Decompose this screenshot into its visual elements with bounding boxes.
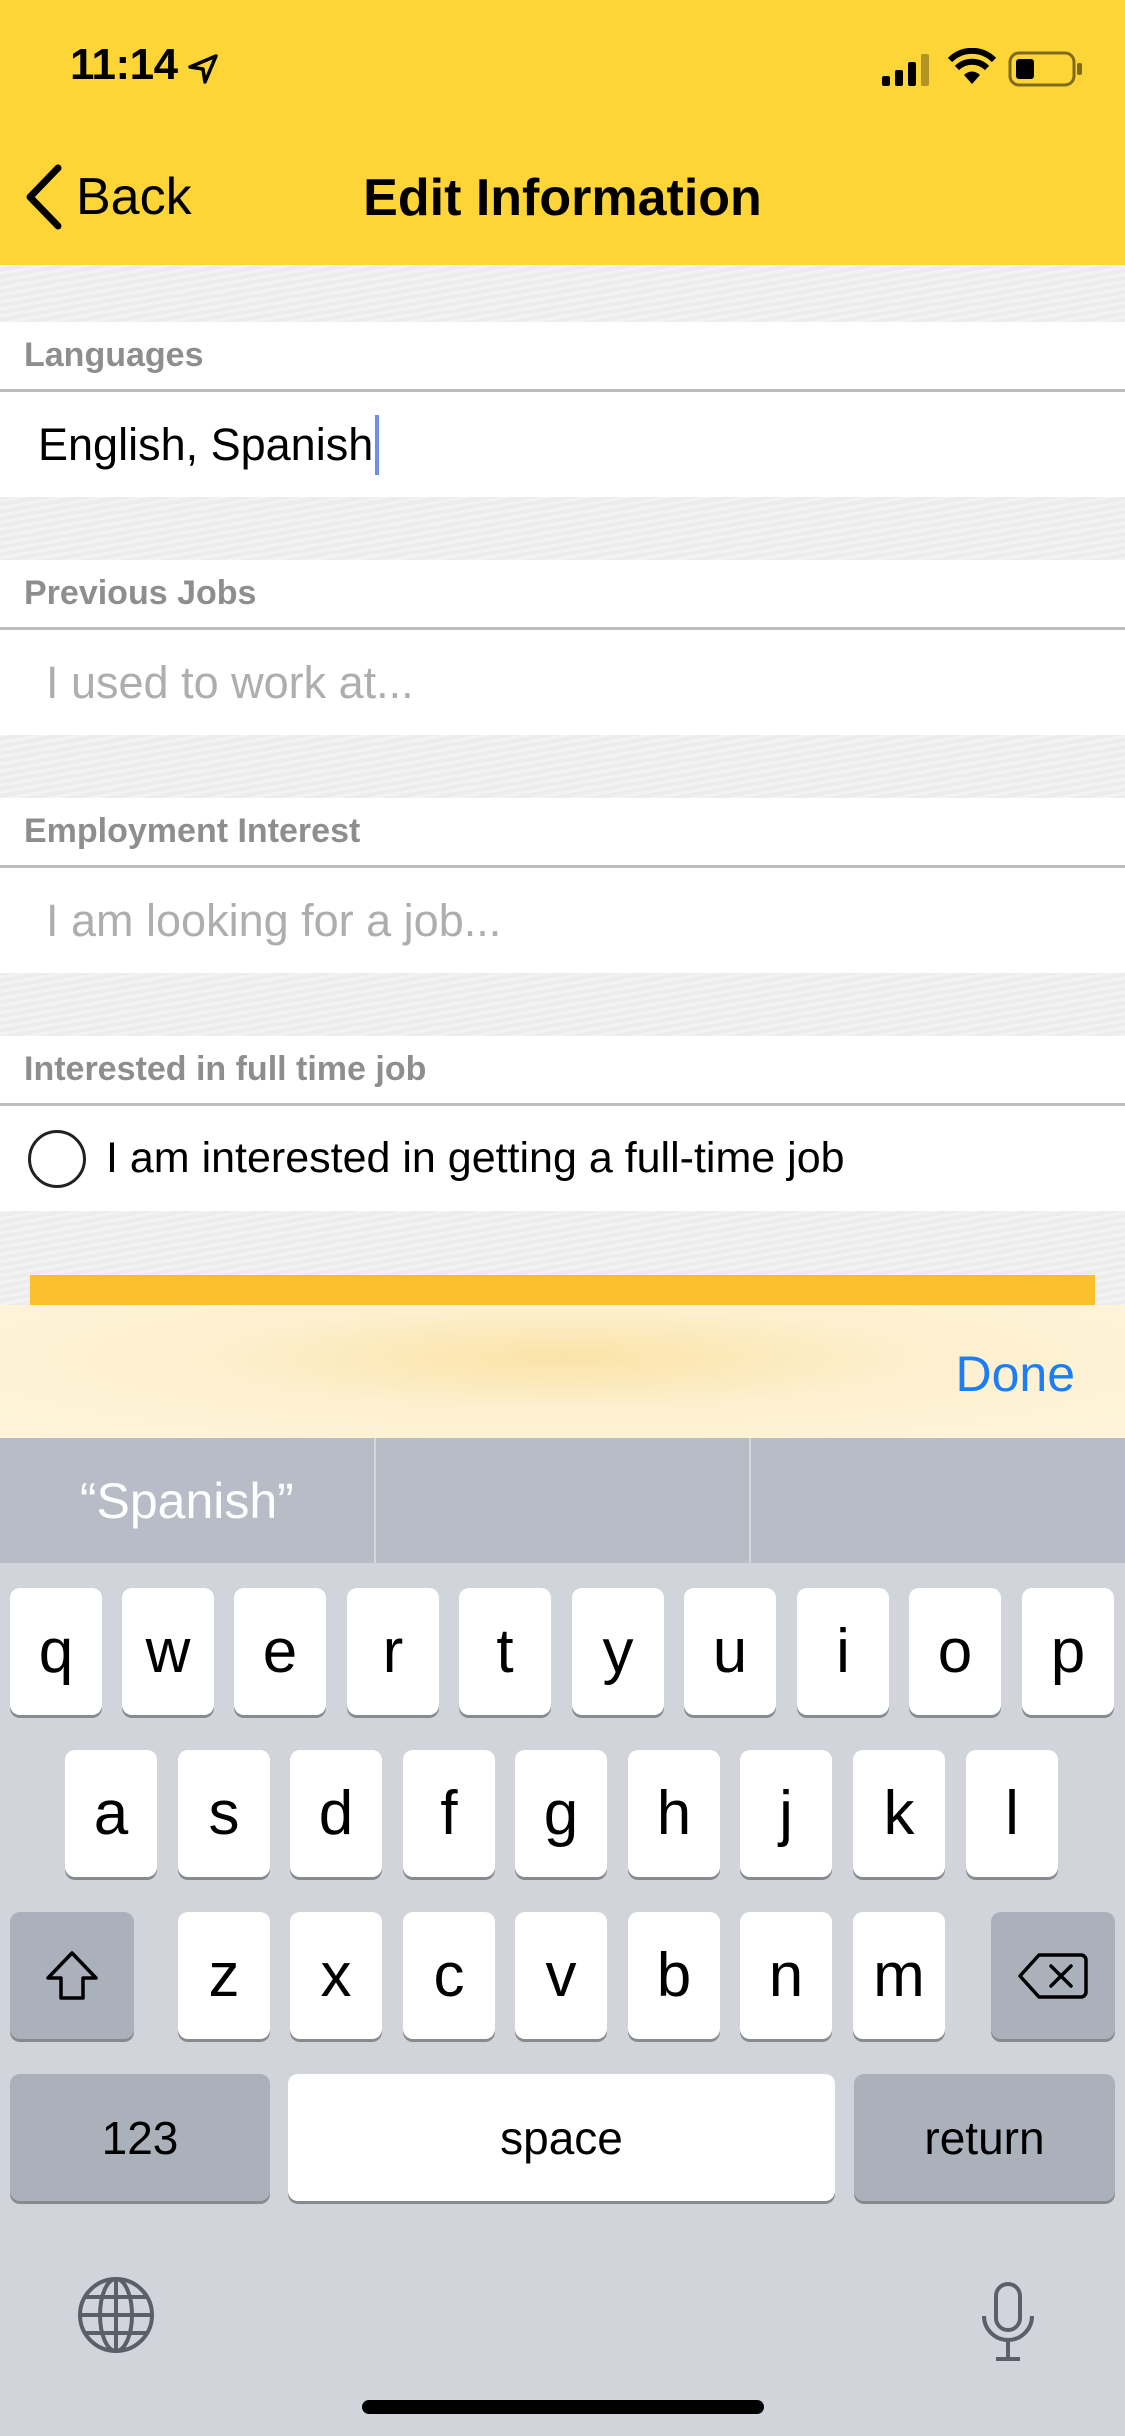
battery-icon xyxy=(1008,51,1082,87)
key-k[interactable]: k xyxy=(853,1750,945,1877)
key-p[interactable]: p xyxy=(1022,1588,1114,1715)
key-f[interactable]: f xyxy=(403,1750,495,1877)
keyboard-accessory-bar: Done xyxy=(0,1305,1125,1438)
full-time-option-label[interactable]: I am interested in getting a full-time j… xyxy=(106,1134,845,1183)
delete-key[interactable] xyxy=(991,1912,1115,2039)
employment-interest-placeholder[interactable]: I am looking for a job... xyxy=(0,895,501,947)
languages-label: Languages xyxy=(0,322,1125,392)
page-title: Edit Information xyxy=(363,169,762,227)
key-w[interactable]: w xyxy=(122,1588,214,1715)
previous-jobs-field[interactable]: I used to work at... xyxy=(0,630,1125,735)
key-z[interactable]: z xyxy=(178,1912,270,2039)
languages-section: Languages English, Spanish xyxy=(0,322,1125,497)
key-l[interactable]: l xyxy=(966,1750,1058,1877)
form-container: Languages English, Spanish Previous Jobs… xyxy=(0,265,1125,1305)
key-y[interactable]: y xyxy=(572,1588,664,1715)
location-arrow-icon xyxy=(188,54,218,84)
key-g[interactable]: g xyxy=(515,1750,607,1877)
key-i[interactable]: i xyxy=(797,1588,889,1715)
status-time: 11:14 xyxy=(70,40,178,89)
predictive-bar: “Spanish” xyxy=(0,1438,1125,1563)
employment-interest-field[interactable]: I am looking for a job... xyxy=(0,868,1125,973)
key-a[interactable]: a xyxy=(65,1750,157,1877)
microphone-icon[interactable] xyxy=(978,2280,1038,2364)
key-v[interactable]: v xyxy=(515,1912,607,2039)
full-time-option[interactable]: I am interested in getting a full-time j… xyxy=(0,1106,1125,1211)
keyboard: “Spanish” q w e r t y u i o p a s d f g … xyxy=(0,1438,1125,2436)
full-time-label: Interested in full time job xyxy=(0,1036,1125,1106)
suggestion-3[interactable] xyxy=(751,1438,1125,1563)
key-q[interactable]: q xyxy=(10,1588,102,1715)
employment-interest-section: Employment Interest I am looking for a j… xyxy=(0,798,1125,973)
space-key[interactable]: space xyxy=(288,2074,835,2201)
key-o[interactable]: o xyxy=(909,1588,1001,1715)
wifi-icon xyxy=(947,48,997,84)
return-key[interactable]: return xyxy=(854,2074,1115,2201)
done-button[interactable]: Done xyxy=(955,1345,1075,1403)
numbers-key[interactable]: 123 xyxy=(10,2074,270,2201)
previous-jobs-label: Previous Jobs xyxy=(0,560,1125,630)
globe-icon[interactable] xyxy=(76,2275,156,2355)
languages-value[interactable]: English, Spanish xyxy=(0,419,373,471)
backspace-icon xyxy=(1018,1952,1088,1999)
languages-field[interactable]: English, Spanish xyxy=(0,392,1125,497)
key-x[interactable]: x xyxy=(290,1912,382,2039)
suggestion-1[interactable]: “Spanish” xyxy=(0,1438,376,1563)
full-time-radio-button[interactable] xyxy=(28,1129,86,1188)
key-m[interactable]: m xyxy=(853,1912,945,2039)
key-s[interactable]: s xyxy=(178,1750,270,1877)
text-cursor xyxy=(375,414,380,475)
shift-key[interactable] xyxy=(10,1912,134,2039)
key-u[interactable]: u xyxy=(684,1588,776,1715)
previous-jobs-section: Previous Jobs I used to work at... xyxy=(0,560,1125,735)
cellular-signal-icon xyxy=(882,54,929,86)
key-r[interactable]: r xyxy=(347,1588,439,1715)
key-e[interactable]: e xyxy=(234,1588,326,1715)
key-j[interactable]: j xyxy=(740,1750,832,1877)
home-indicator xyxy=(362,2400,764,2414)
key-n[interactable]: n xyxy=(740,1912,832,2039)
key-d[interactable]: d xyxy=(290,1750,382,1877)
navigation-bar: 11:14 Back Edit Information xyxy=(0,0,1125,265)
suggestion-2[interactable] xyxy=(376,1438,752,1563)
key-t[interactable]: t xyxy=(459,1588,551,1715)
employment-interest-label: Employment Interest xyxy=(0,798,1125,868)
save-button[interactable] xyxy=(30,1275,1095,1305)
previous-jobs-placeholder[interactable]: I used to work at... xyxy=(0,657,414,709)
key-c[interactable]: c xyxy=(403,1912,495,2039)
key-h[interactable]: h xyxy=(628,1750,720,1877)
shift-icon xyxy=(46,1950,98,2000)
key-b[interactable]: b xyxy=(628,1912,720,2039)
full-time-section: Interested in full time job I am interes… xyxy=(0,1036,1125,1211)
